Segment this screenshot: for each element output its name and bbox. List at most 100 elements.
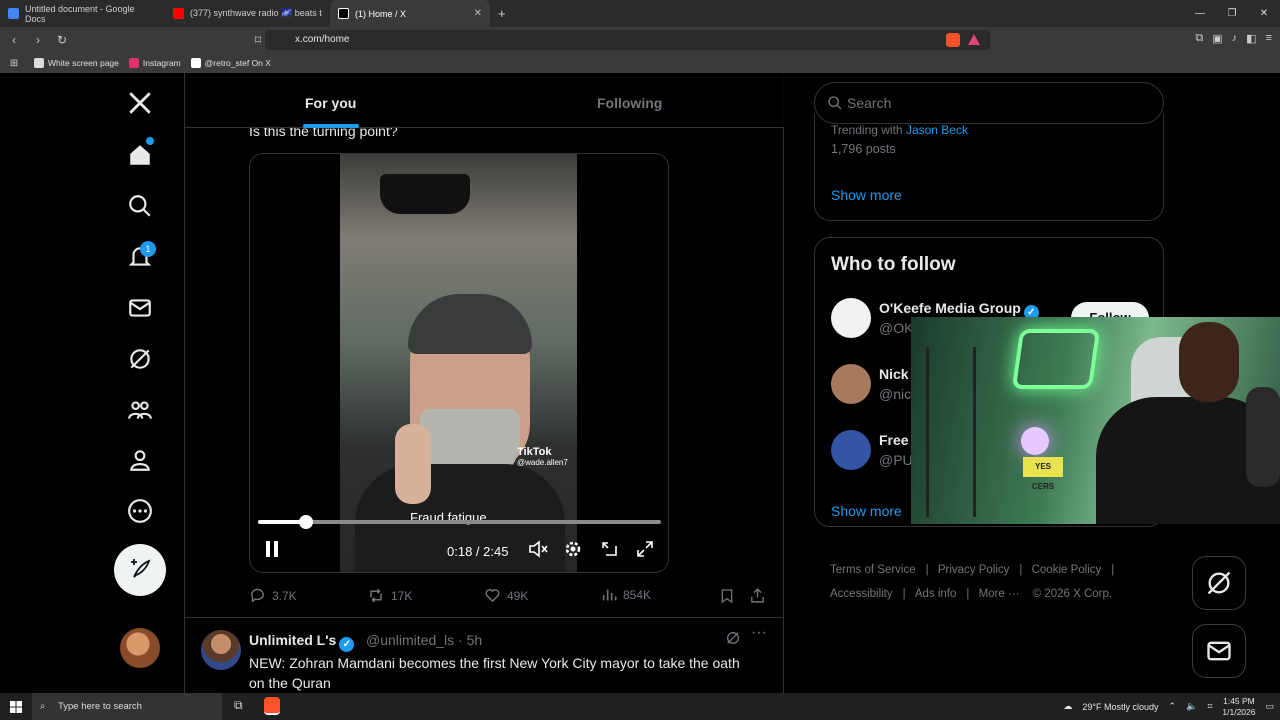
bookmark-instagram[interactable]: Instagram	[128, 58, 181, 68]
sidebar-icon[interactable]: ◧	[1246, 32, 1256, 45]
who-to-follow-show-more[interactable]: Show more	[831, 503, 902, 519]
bookmark-post-button[interactable]	[719, 587, 735, 605]
weather-icon[interactable]: ☁	[1063, 701, 1072, 712]
yellow-sign: YES CERS	[1023, 457, 1063, 491]
repost-button[interactable]: 17K	[367, 587, 412, 604]
grok-icon[interactable]	[120, 339, 160, 379]
system-tray: ☁ 29°F Mostly cloudy ⌃ 🔈 ⌗ 1:45 PM 1/1/2…	[1063, 693, 1274, 720]
address-bar[interactable]: x.com/home	[265, 30, 990, 50]
taskbar-search[interactable]: ⌕ Type here to search	[32, 693, 222, 720]
menu-icon[interactable]: ≡	[1266, 32, 1272, 45]
windows-taskbar: ⌕ Type here to search ⧉ ☁ 29°F Mostly cl…	[0, 693, 1280, 720]
search-input[interactable]: Search	[814, 82, 1164, 124]
browser-tab-x[interactable]: (1) Home / X ✕	[330, 0, 490, 27]
video-player[interactable]: TikTok @wade.allen7 Fraud fatigue. 0:18 …	[249, 153, 669, 573]
view-count: 854K	[623, 588, 652, 602]
brave-shield-icon[interactable]	[946, 33, 960, 47]
post-more-icon[interactable]: ···	[751, 624, 767, 642]
post-body: NEW: Zohran Mamdani becomes the first Ne…	[249, 655, 740, 691]
microphone	[1246, 387, 1280, 487]
share-button[interactable]	[749, 587, 766, 604]
footer-link[interactable]: Cookie Policy	[1032, 564, 1102, 576]
like-button[interactable]: 49K	[484, 587, 528, 604]
tray-chevron-icon[interactable]: ⌃	[1169, 701, 1177, 712]
settings-gear-icon[interactable]	[564, 540, 582, 561]
footer-link[interactable]: Privacy Policy	[938, 564, 1010, 576]
author-avatar[interactable]	[201, 630, 241, 670]
clock-time: 1:45 PM	[1223, 695, 1255, 706]
suggestion-avatar[interactable]	[831, 430, 871, 470]
windows-start-icon[interactable]	[10, 700, 22, 718]
account-avatar[interactable]	[120, 628, 160, 668]
bookmark-white-screen[interactable]: White screen page	[34, 58, 119, 68]
shelf	[926, 347, 976, 517]
notification-center-icon[interactable]: ▭	[1265, 701, 1274, 712]
forward-icon[interactable]: ›	[28, 33, 48, 47]
tab-for-you[interactable]: For you	[305, 95, 356, 111]
trend-context-link[interactable]: Jason Beck	[906, 123, 968, 137]
webcam-overlay: YES CERS	[911, 317, 1280, 524]
brave-rewards-icon[interactable]	[968, 34, 980, 45]
network-icon[interactable]: ⌗	[1207, 701, 1212, 712]
minimize-button[interactable]: —	[1184, 0, 1216, 27]
suggestion-avatar[interactable]	[831, 298, 871, 338]
notifications-bell-icon[interactable]: 1	[120, 237, 160, 277]
author-handle: @unlimited_ls · 5h	[366, 632, 483, 648]
extensions-icon[interactable]: ⧉	[1195, 32, 1203, 45]
footer-link[interactable]: Accessibility	[830, 588, 893, 600]
next-post[interactable]: Unlimited L's ✓ @unlimited_ls · 5h ··· NE…	[185, 618, 784, 698]
task-view-icon[interactable]: ⧉	[234, 698, 243, 713]
footer-link[interactable]: Terms of Service	[830, 564, 916, 576]
mute-icon[interactable]	[528, 540, 548, 561]
communities-icon[interactable]	[120, 390, 160, 430]
grok-icon[interactable]	[725, 630, 741, 651]
reply-count: 3.7K	[272, 588, 297, 603]
repost-icon	[370, 588, 382, 603]
messages-fab[interactable]	[1192, 624, 1246, 678]
fullscreen-icon[interactable]	[636, 540, 654, 561]
author-name[interactable]: Unlimited L's ✓	[249, 632, 355, 652]
suggestion-name: Nick	[879, 366, 909, 382]
trends-show-more[interactable]: Show more	[831, 187, 902, 203]
profile-icon[interactable]	[120, 440, 160, 480]
browser-tab-youtube[interactable]: (377) synthwave radio 🌌 beats t	[165, 0, 330, 27]
x-logo-icon[interactable]	[120, 83, 160, 123]
footer-link[interactable]: Ads info	[915, 588, 957, 600]
back-icon[interactable]: ‹	[4, 33, 24, 47]
clock[interactable]: 1:45 PM 1/1/2026	[1222, 696, 1255, 718]
reload-icon[interactable]: ↻	[52, 33, 72, 47]
browser-nav-bar: ‹ › ↻ ⌑ x.com/home ⧉ ▣ ♪ ◧ ≡	[0, 27, 1280, 53]
browser-tab-bar: Untitled document - Google Docs (377) sy…	[0, 0, 1280, 27]
more-icon[interactable]	[120, 491, 160, 531]
views-button[interactable]: 854K	[601, 587, 651, 603]
wallet-icon[interactable]: ▣	[1212, 32, 1222, 45]
volume-icon[interactable]: 🔈	[1186, 701, 1197, 712]
new-tab-button[interactable]: +	[490, 0, 514, 27]
search-icon[interactable]	[120, 186, 160, 226]
author-name-text: Unlimited L's	[249, 632, 337, 648]
messages-mail-icon[interactable]	[120, 288, 160, 328]
restore-button[interactable]: ❐	[1216, 0, 1248, 27]
browser-tab-docs[interactable]: Untitled document - Google Docs	[0, 0, 165, 27]
pause-icon[interactable]	[264, 540, 280, 561]
music-icon[interactable]: ♪	[1232, 32, 1238, 45]
grok-fab[interactable]	[1192, 556, 1246, 610]
streamer-face	[1179, 322, 1239, 402]
brave-taskbar-icon[interactable]	[264, 697, 280, 715]
video-progress-bar[interactable]	[258, 515, 661, 529]
home-dot	[146, 137, 154, 145]
compose-post-button[interactable]	[114, 544, 166, 596]
bookmark-retro-stef[interactable]: @retro_stef On X	[190, 58, 271, 68]
reply-button[interactable]: 3.7K	[249, 587, 297, 604]
footer-more[interactable]: More ···	[979, 588, 1020, 600]
home-icon[interactable]	[120, 135, 160, 175]
close-tab-icon[interactable]: ✕	[474, 8, 482, 19]
close-window-button[interactable]: ✕	[1248, 0, 1280, 27]
scrub-handle[interactable]	[299, 515, 314, 529]
apps-grid-icon[interactable]: ⊞	[4, 58, 24, 69]
bookmark-label: Instagram	[142, 58, 181, 68]
suggestion-avatar[interactable]	[831, 364, 871, 404]
tab-following[interactable]: Following	[597, 95, 662, 111]
weather-text[interactable]: 29°F Mostly cloudy	[1082, 702, 1158, 712]
dock-player-icon[interactable]	[600, 540, 618, 561]
